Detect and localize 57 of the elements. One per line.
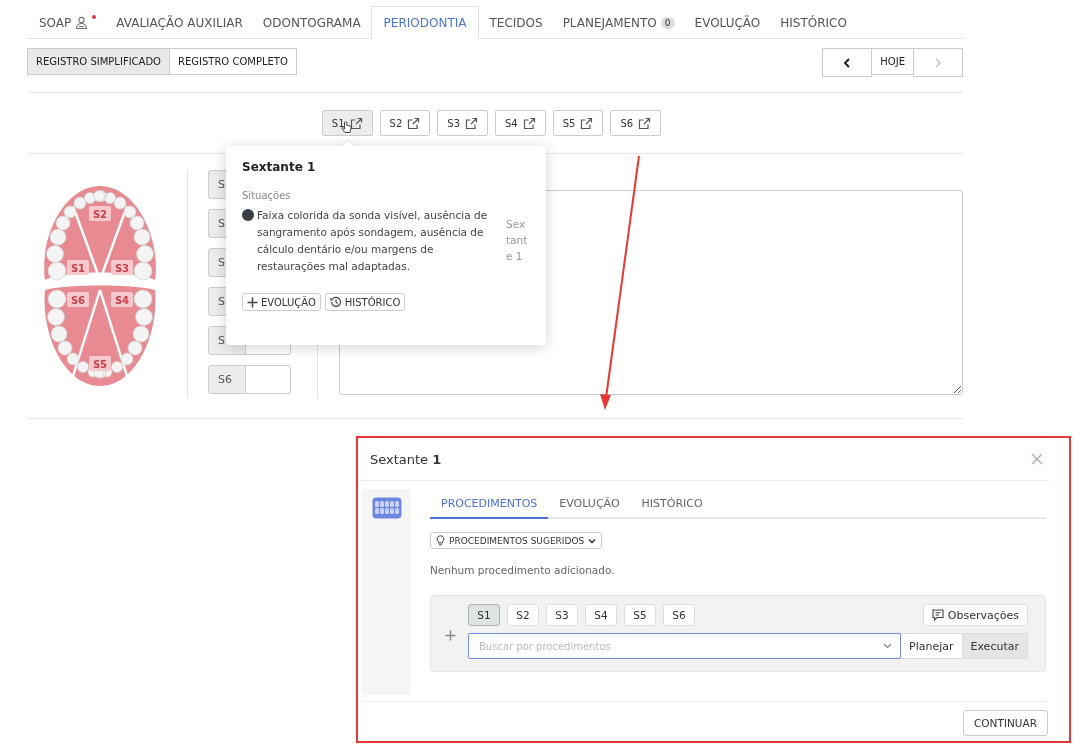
continue-button[interactable]: CONTINUAR [963, 710, 1048, 736]
sextant-chip[interactable]: S6 [663, 604, 695, 626]
external-link-icon [465, 116, 478, 130]
observations-button[interactable]: Observações [922, 604, 1028, 626]
mode-button[interactable]: REGISTRO COMPLETO [169, 48, 297, 75]
plus-icon [247, 296, 258, 308]
sextant-chip[interactable]: S1 [468, 604, 500, 626]
tab[interactable]: PERIODONTIA [370, 6, 480, 39]
mode-button[interactable]: REGISTRO SIMPLIFICADO [27, 48, 170, 75]
sextant-label: S6 [208, 365, 246, 394]
external-link-icon [580, 116, 594, 130]
lightbulb-icon [436, 535, 445, 546]
suggested-dropdown[interactable]: PROCEDIMENTOS SUGERIDOS [430, 532, 603, 549]
side-note: Sextante 1 [506, 217, 528, 264]
popover-button[interactable]: EVOLUÇÃO [242, 293, 321, 311]
tab[interactable]: ODONTOGRAMA [252, 6, 371, 38]
chevron-down-icon [588, 537, 597, 544]
plus-icon[interactable] [445, 630, 456, 641]
sextant-button[interactable]: S3 [437, 110, 488, 136]
tab[interactable]: TECIDOS [479, 6, 553, 38]
sextant-field[interactable] [246, 365, 291, 394]
external-link-icon [407, 116, 421, 130]
sextant-chip[interactable]: S5 [624, 604, 656, 626]
sextant-button[interactable]: S5 [552, 110, 604, 136]
external-link-icon [349, 116, 363, 130]
external-link-icon [638, 116, 652, 130]
action-button[interactable]: Executar [961, 633, 1028, 659]
tab[interactable]: SOAP [28, 6, 107, 38]
external-link-icon [522, 116, 536, 130]
tab[interactable]: HISTÓRICO [630, 489, 714, 517]
situation-text: Faixa colorida da sonda visível, ausência de sangramento após sondagem, ausência de cálculo dentário e/ou margens de restaurações mal adaptadas. [257, 208, 489, 274]
sextant-button[interactable]: S6 [610, 110, 662, 136]
chevron-left-icon[interactable] [822, 48, 873, 77]
today-button[interactable]: HOJE [871, 48, 914, 75]
popover-button[interactable]: HISTÓRICO [324, 293, 406, 311]
sextant-chip[interactable]: S2 [507, 604, 539, 626]
sextant-chip[interactable]: S3 [546, 604, 578, 626]
chevron-down-icon [883, 643, 892, 649]
history-icon [329, 296, 342, 308]
action-button[interactable]: Planejar [900, 633, 963, 659]
sextant-button[interactable]: S2 [379, 110, 431, 136]
tab[interactable]: AVALIAÇÃO AUXILIAR [106, 6, 253, 38]
sextant-button[interactable]: S4 [495, 110, 546, 136]
sextant-button[interactable]: S1 [321, 110, 373, 136]
teeth-grid-icon [371, 497, 402, 519]
sextant-chip[interactable]: S4 [585, 604, 617, 626]
procedure-search-field[interactable]: Buscar por procedimentos [468, 633, 901, 659]
comment-icon [931, 609, 944, 621]
close-icon[interactable] [1031, 453, 1043, 465]
empty-message: Nenhum procedimento adicionado. [430, 564, 616, 576]
tab[interactable]: EVOLUÇÃO [548, 489, 631, 517]
status-dot-icon [242, 209, 254, 221]
tab[interactable]: PLANEJAMENTO 0 [552, 6, 685, 38]
tab[interactable]: PROCEDIMENTOS [430, 489, 549, 519]
tab[interactable]: HISTÓRICO [770, 6, 857, 38]
modal-title: Sextante 1 [370, 451, 442, 467]
tab[interactable]: EVOLUÇÃO [684, 6, 771, 38]
